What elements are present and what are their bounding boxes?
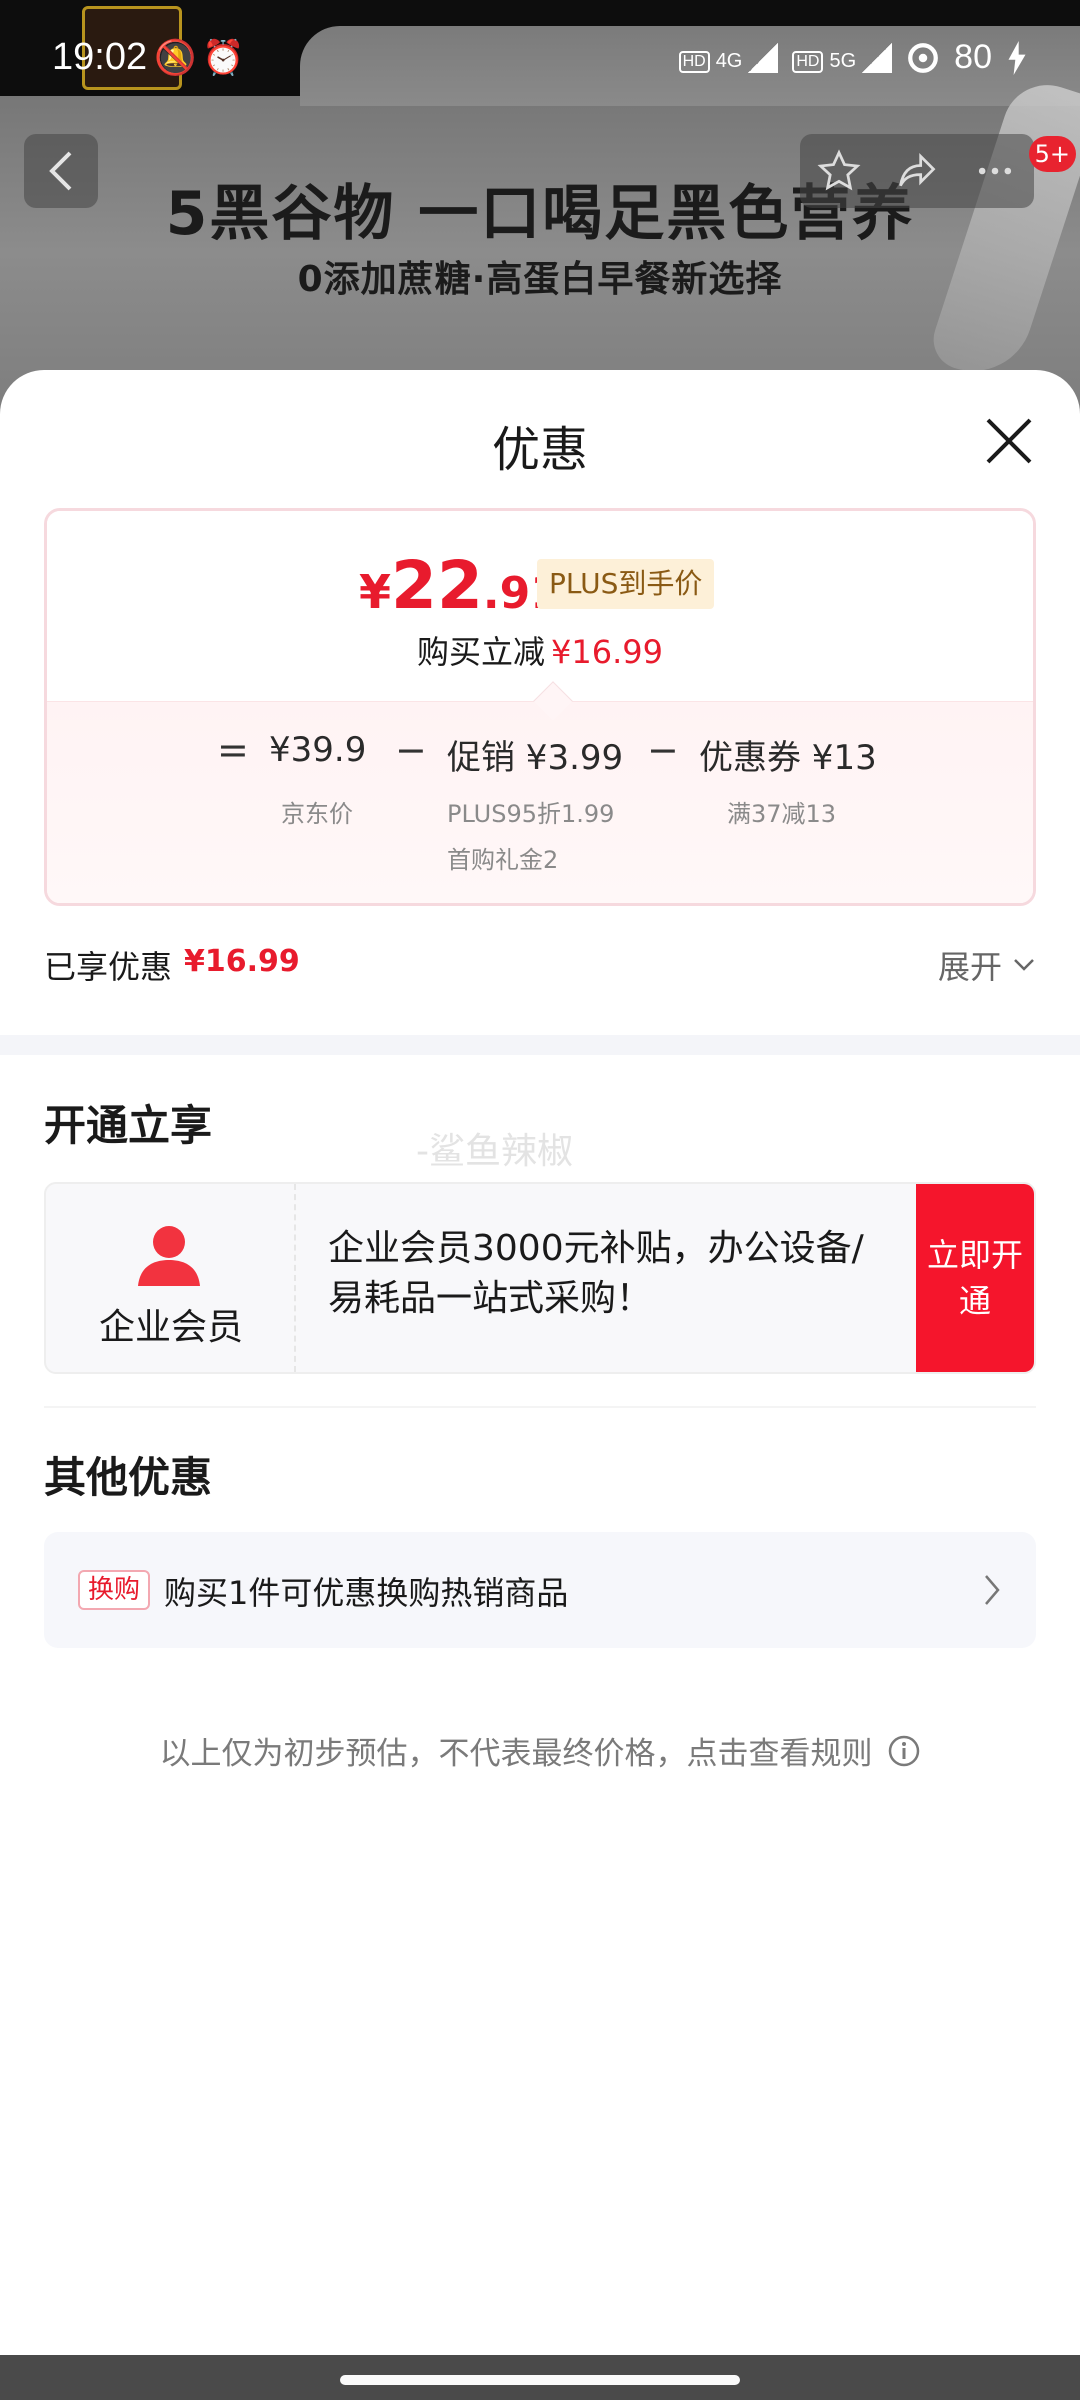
- share-icon[interactable]: [895, 149, 939, 193]
- minus-sign: −: [647, 728, 679, 772]
- equals-sign: =: [217, 728, 249, 772]
- top-actions: [800, 134, 1034, 208]
- close-button[interactable]: [982, 414, 1036, 468]
- data-saver-icon: [908, 42, 939, 73]
- enterprise-member-card[interactable]: 企业会员 企业会员3000元补贴，办公设备/易耗品一站式采购！ 立即开通: [44, 1182, 1036, 1374]
- close-icon: [986, 418, 1032, 464]
- user-icon: [138, 1226, 200, 1286]
- charging-icon: [1008, 40, 1026, 75]
- network-type-2: 5G: [829, 49, 857, 72]
- price-summary: ¥22.91 PLUS到手价 购买立减 ¥16.99: [47, 511, 1033, 701]
- promo-value: 促销 ¥3.99: [447, 738, 624, 778]
- other-section-title: 其他优惠: [44, 1453, 213, 1502]
- signal-icon: HD 4G: [678, 42, 779, 73]
- home-indicator[interactable]: [340, 2375, 740, 2385]
- enjoyed-value: ¥16.99: [184, 944, 300, 979]
- instant-cut: 购买立减 ¥16.99: [47, 627, 1033, 673]
- coupon-detail: 满37减13: [727, 800, 837, 828]
- member-description: 企业会员3000元补贴，办公设备/易耗品一站式采购！: [328, 1228, 864, 1319]
- price-integer: 22: [391, 547, 483, 624]
- system-nav-bar: [0, 2355, 1080, 2400]
- member-name: 企业会员: [98, 1307, 243, 1348]
- chevron-left-icon: [49, 151, 72, 191]
- enjoyed-discount-row: 已享优惠 ¥16.99 展开: [44, 942, 1036, 992]
- plus-price-tag: PLUS到手价: [537, 559, 715, 609]
- currency-symbol: ¥: [359, 565, 392, 619]
- status-bar: 19:02 🔕⏰ HD 4G HD 5G 80: [0, 0, 1080, 96]
- open-section-title: 开通立享: [44, 1101, 213, 1150]
- price-breakdown: = ¥39.9 京东价 − 促销 ¥3.99 PLUS95折1.99 首购礼金2…: [47, 701, 1033, 903]
- back-button[interactable]: [24, 134, 98, 208]
- instant-cut-value: ¥16.99: [551, 633, 663, 671]
- expand-button[interactable]: 展开: [938, 942, 1036, 988]
- jd-price-label: 京东价: [281, 800, 353, 828]
- discount-sheet: 优惠 ¥22.91 PLUS到手价 购买立减 ¥16.99 = ¥39.9 京东价…: [0, 370, 1080, 2355]
- member-badge: 企业会员: [46, 1184, 296, 1372]
- swap-offer-row[interactable]: 换购 购买1件可优惠换购热销商品: [44, 1532, 1036, 1648]
- star-icon[interactable]: [817, 149, 861, 193]
- more-icon[interactable]: [973, 149, 1017, 193]
- swap-offer-text: 购买1件可优惠换购热销商品: [164, 1574, 569, 1612]
- instant-cut-label: 购买立减: [417, 633, 546, 671]
- info-icon: [888, 1735, 919, 1766]
- price-disclaimer[interactable]: 以上仅为初步预估，不代表最终价格，点击查看规则: [0, 1728, 1080, 1773]
- status-right: HD 4G HD 5G 80: [678, 38, 1028, 77]
- watermark: -鲨鱼辣椒: [416, 1131, 573, 1172]
- coupon-value: 优惠券 ¥13: [699, 738, 877, 778]
- swap-tag: 换购: [78, 1570, 151, 1610]
- expand-label: 展开: [937, 948, 1002, 986]
- open-membership-button[interactable]: 立即开通: [916, 1184, 1034, 1372]
- final-price: ¥22.91: [359, 547, 561, 624]
- status-time: 19:02: [52, 36, 148, 78]
- divider: [44, 1406, 1036, 1408]
- section-divider: [0, 1035, 1080, 1055]
- battery-level: 80: [954, 38, 992, 76]
- chevron-down-icon: [1014, 959, 1034, 971]
- jd-price: ¥39.9: [269, 730, 367, 770]
- minus-sign: −: [395, 728, 427, 772]
- network-type-1: 4G: [715, 49, 743, 72]
- disclaimer-text: 以上仅为初步预估，不代表最终价格，点击查看规则: [159, 1736, 873, 1772]
- price-card: ¥22.91 PLUS到手价 购买立减 ¥16.99 = ¥39.9 京东价 − …: [44, 508, 1036, 906]
- signal-icon: HD 5G: [792, 42, 893, 73]
- enjoyed-label: 已享优惠: [44, 948, 173, 986]
- banner-subtitle: 0添加蔗糖·高蛋白早餐新选择: [297, 259, 783, 300]
- promo-detail: PLUS95折1.99: [447, 800, 615, 828]
- notification-icons: 🔕⏰: [154, 39, 251, 77]
- chevron-right-icon: [985, 1575, 1000, 1605]
- promo-detail: 首购礼金2: [447, 846, 559, 874]
- message-badge: 5+: [1028, 136, 1076, 172]
- sheet-title: 优惠: [491, 422, 588, 478]
